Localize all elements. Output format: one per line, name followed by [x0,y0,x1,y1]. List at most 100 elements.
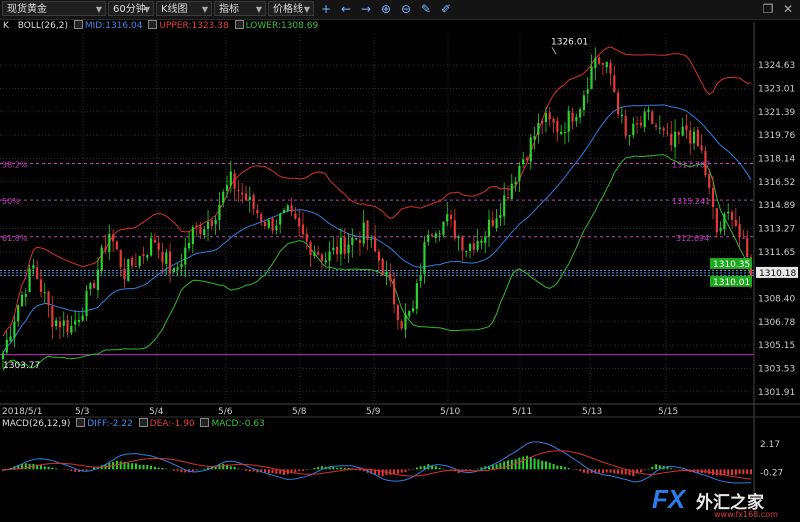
candle-body [36,267,39,280]
candle-body [43,292,46,294]
candle-body [267,220,270,228]
candle-body [153,239,156,243]
candle-body [704,150,707,176]
candle-body [654,125,658,128]
candle-body [24,294,27,297]
boll-upper-line [2,46,752,337]
candle-body [632,123,635,136]
candle-body [313,252,316,256]
low-price-label: 1303.77 [3,361,40,371]
candle-body [168,251,172,274]
x-tick-label: 5/13 [582,407,602,417]
candle-body [298,217,301,227]
candle-body [218,204,221,221]
candle-body [730,212,734,220]
candle-body [347,244,350,254]
candle-body [692,131,696,144]
candle-body [89,283,92,290]
y-tick-label: 1321.39 [758,108,795,118]
candle-body [191,227,194,245]
candle-body [541,120,544,124]
candle-body [670,133,673,146]
candle-body [400,321,403,329]
candle-body [408,310,411,316]
x-tick-label: 5/15 [658,407,678,417]
y-tick-label: 1313.27 [758,224,795,234]
bollinger-bands [2,46,752,371]
price-tag-lower: 1310.01 [713,278,750,288]
candle-body [503,195,506,217]
candle-body [522,159,525,165]
time-axis: 2018/5/1 5/3 5/4 5/6 5/8 5/9 5/10 5/11 5/13 5/15 [2,407,678,417]
candle-body [525,157,529,161]
candle-body [715,207,718,233]
candle-body [673,131,677,147]
candle-body [499,214,502,218]
candle-body [461,236,464,251]
candle-body [343,237,346,254]
candle-body [210,220,213,227]
candle-body [529,137,532,162]
high-marker [551,47,557,55]
candle-body [237,189,240,192]
candle-body [624,115,627,136]
candle-body [366,220,369,241]
candle-body [134,266,137,268]
fib-percent-label: 61.8% [2,234,28,243]
candle-body [723,213,726,230]
candle-body [93,282,96,289]
y-tick-label: 1303.53 [758,365,795,375]
candle-body [381,259,384,275]
candle-body [142,254,145,256]
candle-body [214,219,217,225]
y-tick-label: 1316.52 [758,178,795,188]
fib-percent-label: 38.2% [2,161,28,170]
candle-body [594,58,597,69]
y-tick-label: 1314.89 [758,201,795,211]
candle-body [681,126,684,136]
x-tick-label: 5/8 [292,407,307,417]
candle-body [176,267,179,270]
x-tick-label: 5/6 [218,407,233,417]
candle-body [689,130,692,144]
candle-body [32,265,35,269]
candle-body [438,233,441,235]
candle-body [85,290,88,316]
candle-body [700,145,703,151]
candle-body [389,273,392,281]
candle-body [738,224,741,237]
x-tick-label: 5/10 [440,407,460,417]
candle-body [28,268,31,293]
candle-body [336,246,339,255]
candle-body [252,194,255,209]
candle-body [256,209,259,214]
candle-body [537,122,540,135]
macd-y-tick-label: -0.27 [760,468,783,478]
candle-body [385,271,388,275]
candle-body [708,174,711,188]
y-tick-label: 1323.01 [758,84,795,94]
candle-body [108,234,111,252]
candle-body [457,236,460,239]
candle-body [586,89,589,94]
candle-body [70,326,73,333]
candle-body [172,267,175,273]
candle-body [328,251,331,261]
candle-body [662,128,665,131]
candle-body [430,234,434,236]
candle-body [17,305,20,322]
candle-body [567,110,570,132]
candle-body [620,114,624,117]
x-tick-label: 5/9 [366,407,381,417]
candle-body [579,109,582,118]
candle-body [601,62,605,65]
candle-body [449,215,453,220]
candle-body [55,320,58,327]
candle-body [282,209,286,213]
candle-body [696,129,699,147]
candle-body [58,321,62,328]
candle-body [222,191,225,203]
candle-body [491,219,494,226]
price-chart[interactable]: 38.2% 1317.78750% 1315.24161.8% 312.694 132… [0,0,800,522]
x-tick-label: 5/4 [149,407,164,417]
